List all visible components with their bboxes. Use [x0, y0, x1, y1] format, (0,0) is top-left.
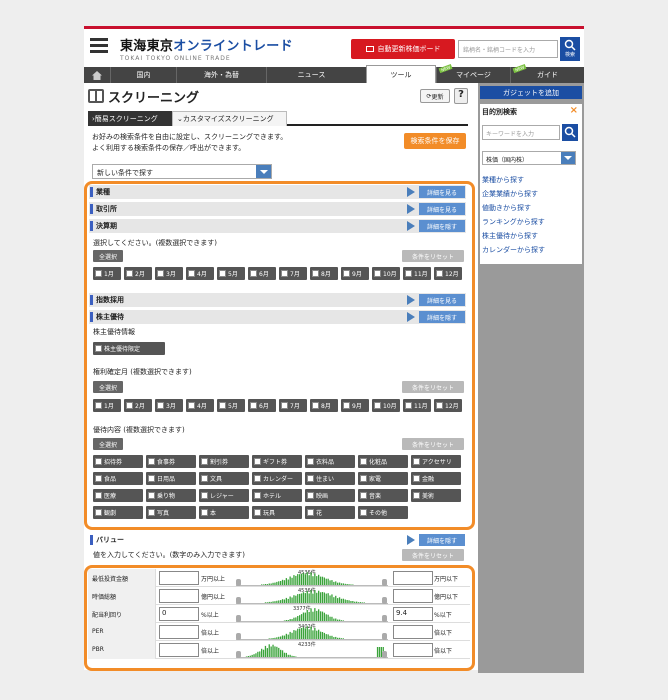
condition-select[interactable]: 新しい条件で探す [92, 164, 272, 179]
page-title-bar: スクリーニング [88, 87, 474, 107]
refresh-button[interactable]: ⟳ 更新 [420, 89, 450, 103]
close-icon[interactable]: × [570, 105, 578, 116]
logo-main: 東海東京 [120, 39, 174, 54]
search-icon [564, 39, 576, 51]
nav-guide[interactable]: NEW ガイド [510, 63, 584, 83]
keyword-search-button[interactable] [562, 124, 578, 141]
board-icon [365, 46, 374, 52]
purpose-search-panel: 目的別検索 × キーワードを入力 株価（国内株） 業種から探す 企業業績から探す… [480, 104, 582, 264]
help-button[interactable]: ? [454, 88, 468, 104]
nav-tools[interactable]: ツール [366, 65, 436, 83]
panel-title: 目的別検索 [482, 108, 517, 116]
logo-accent: オンライントレード [173, 39, 293, 54]
highlight-box-value [84, 565, 475, 671]
logo[interactable]: 東海東京オンライントレード TOKAI TOKYO ONLINE TRADE [120, 35, 293, 62]
header-search-label: 検索 [564, 52, 575, 58]
header-search-button[interactable]: 検索 [560, 37, 580, 61]
nav-news[interactable]: ニュース [266, 67, 356, 83]
book-icon [88, 89, 104, 103]
nav-mypage-label: マイページ [456, 71, 491, 79]
category-select[interactable]: 株価（国内株） [482, 151, 576, 165]
keyword-input[interactable]: キーワードを入力 [482, 125, 560, 140]
link-industry[interactable]: 業種から探す [482, 175, 524, 185]
new-badge: NEW [438, 63, 453, 74]
link-performance[interactable]: 企業業績から探す [482, 189, 538, 199]
header-search-input[interactable]: 銘柄名・銘柄コードを入力 [458, 40, 558, 58]
nav-mypage[interactable]: NEW マイページ [436, 63, 510, 83]
value-reset-button[interactable]: 条件をリセット [402, 549, 464, 561]
add-gadget-button[interactable]: ガジェットを追加 [480, 86, 582, 99]
value-instruction: 値を入力してください。(数字のみ入力できます) [93, 551, 246, 559]
link-price-move[interactable]: 値動きから探す [482, 203, 531, 213]
header: 東海東京オンライントレード TOKAI TOKYO ONLINE TRADE 自… [84, 29, 584, 65]
highlight-box-filters [84, 181, 475, 530]
page-title: スクリーニング [108, 91, 200, 106]
chevron-down-icon [561, 152, 575, 164]
tab-custom-screening[interactable]: ⌄カスタマイズスクリーニング [172, 111, 287, 126]
intro-line-1: お好みの検索条件を自由に設定し、スクリーニングできます。 [92, 133, 288, 141]
value-hide-button[interactable]: 詳細を隠す [419, 534, 465, 546]
link-benefits[interactable]: 株主優待から探す [482, 231, 538, 241]
triangle-right-icon [407, 535, 415, 545]
stock-board-label: 自動更新株価ボード [377, 45, 441, 53]
nav-foreign-fx[interactable]: 海外・為替 [176, 67, 266, 83]
stock-board-button[interactable]: 自動更新株価ボード [351, 39, 455, 59]
section-value[interactable]: バリュー 詳細を隠す [89, 533, 466, 547]
global-nav: 国内 海外・為替 ニュース ツール NEW マイページ NEW ガイド [84, 63, 584, 83]
new-badge: NEW [512, 63, 527, 74]
chevron-down-icon [256, 165, 271, 178]
intro-text: お好みの検索条件を自由に設定し、スクリーニングできます。 よく利用する検索条件の… [92, 132, 287, 154]
home-tab[interactable] [84, 67, 110, 83]
nav-domestic[interactable]: 国内 [110, 67, 176, 83]
home-icon [92, 70, 102, 80]
logo-sub: TOKAI TOKYO ONLINE TRADE [120, 55, 231, 62]
section-value-label: バリュー [96, 536, 124, 544]
screening-tabs: ›簡易スクリーニング ⌄カスタマイズスクリーニング [88, 111, 468, 126]
category-select-value: 株価（国内株） [486, 157, 529, 164]
search-icon [564, 126, 576, 138]
main-frame: 東海東京オンライントレード TOKAI TOKYO ONLINE TRADE 自… [84, 26, 584, 673]
refresh-label: 更新 [431, 93, 444, 101]
link-ranking[interactable]: ランキングから探す [482, 217, 545, 227]
link-calendar[interactable]: カレンダーから探す [482, 245, 545, 255]
tab-simple-screening[interactable]: ›簡易スクリーニング [88, 111, 172, 126]
save-condition-button[interactable]: 検索条件を保存 [404, 133, 466, 149]
menu-icon[interactable] [90, 38, 108, 54]
condition-select-value: 新しい条件で探す [97, 169, 153, 177]
intro-line-2: よく利用する検索条件の保存／呼出ができます。 [92, 144, 246, 152]
nav-guide-label: ガイド [537, 71, 558, 79]
